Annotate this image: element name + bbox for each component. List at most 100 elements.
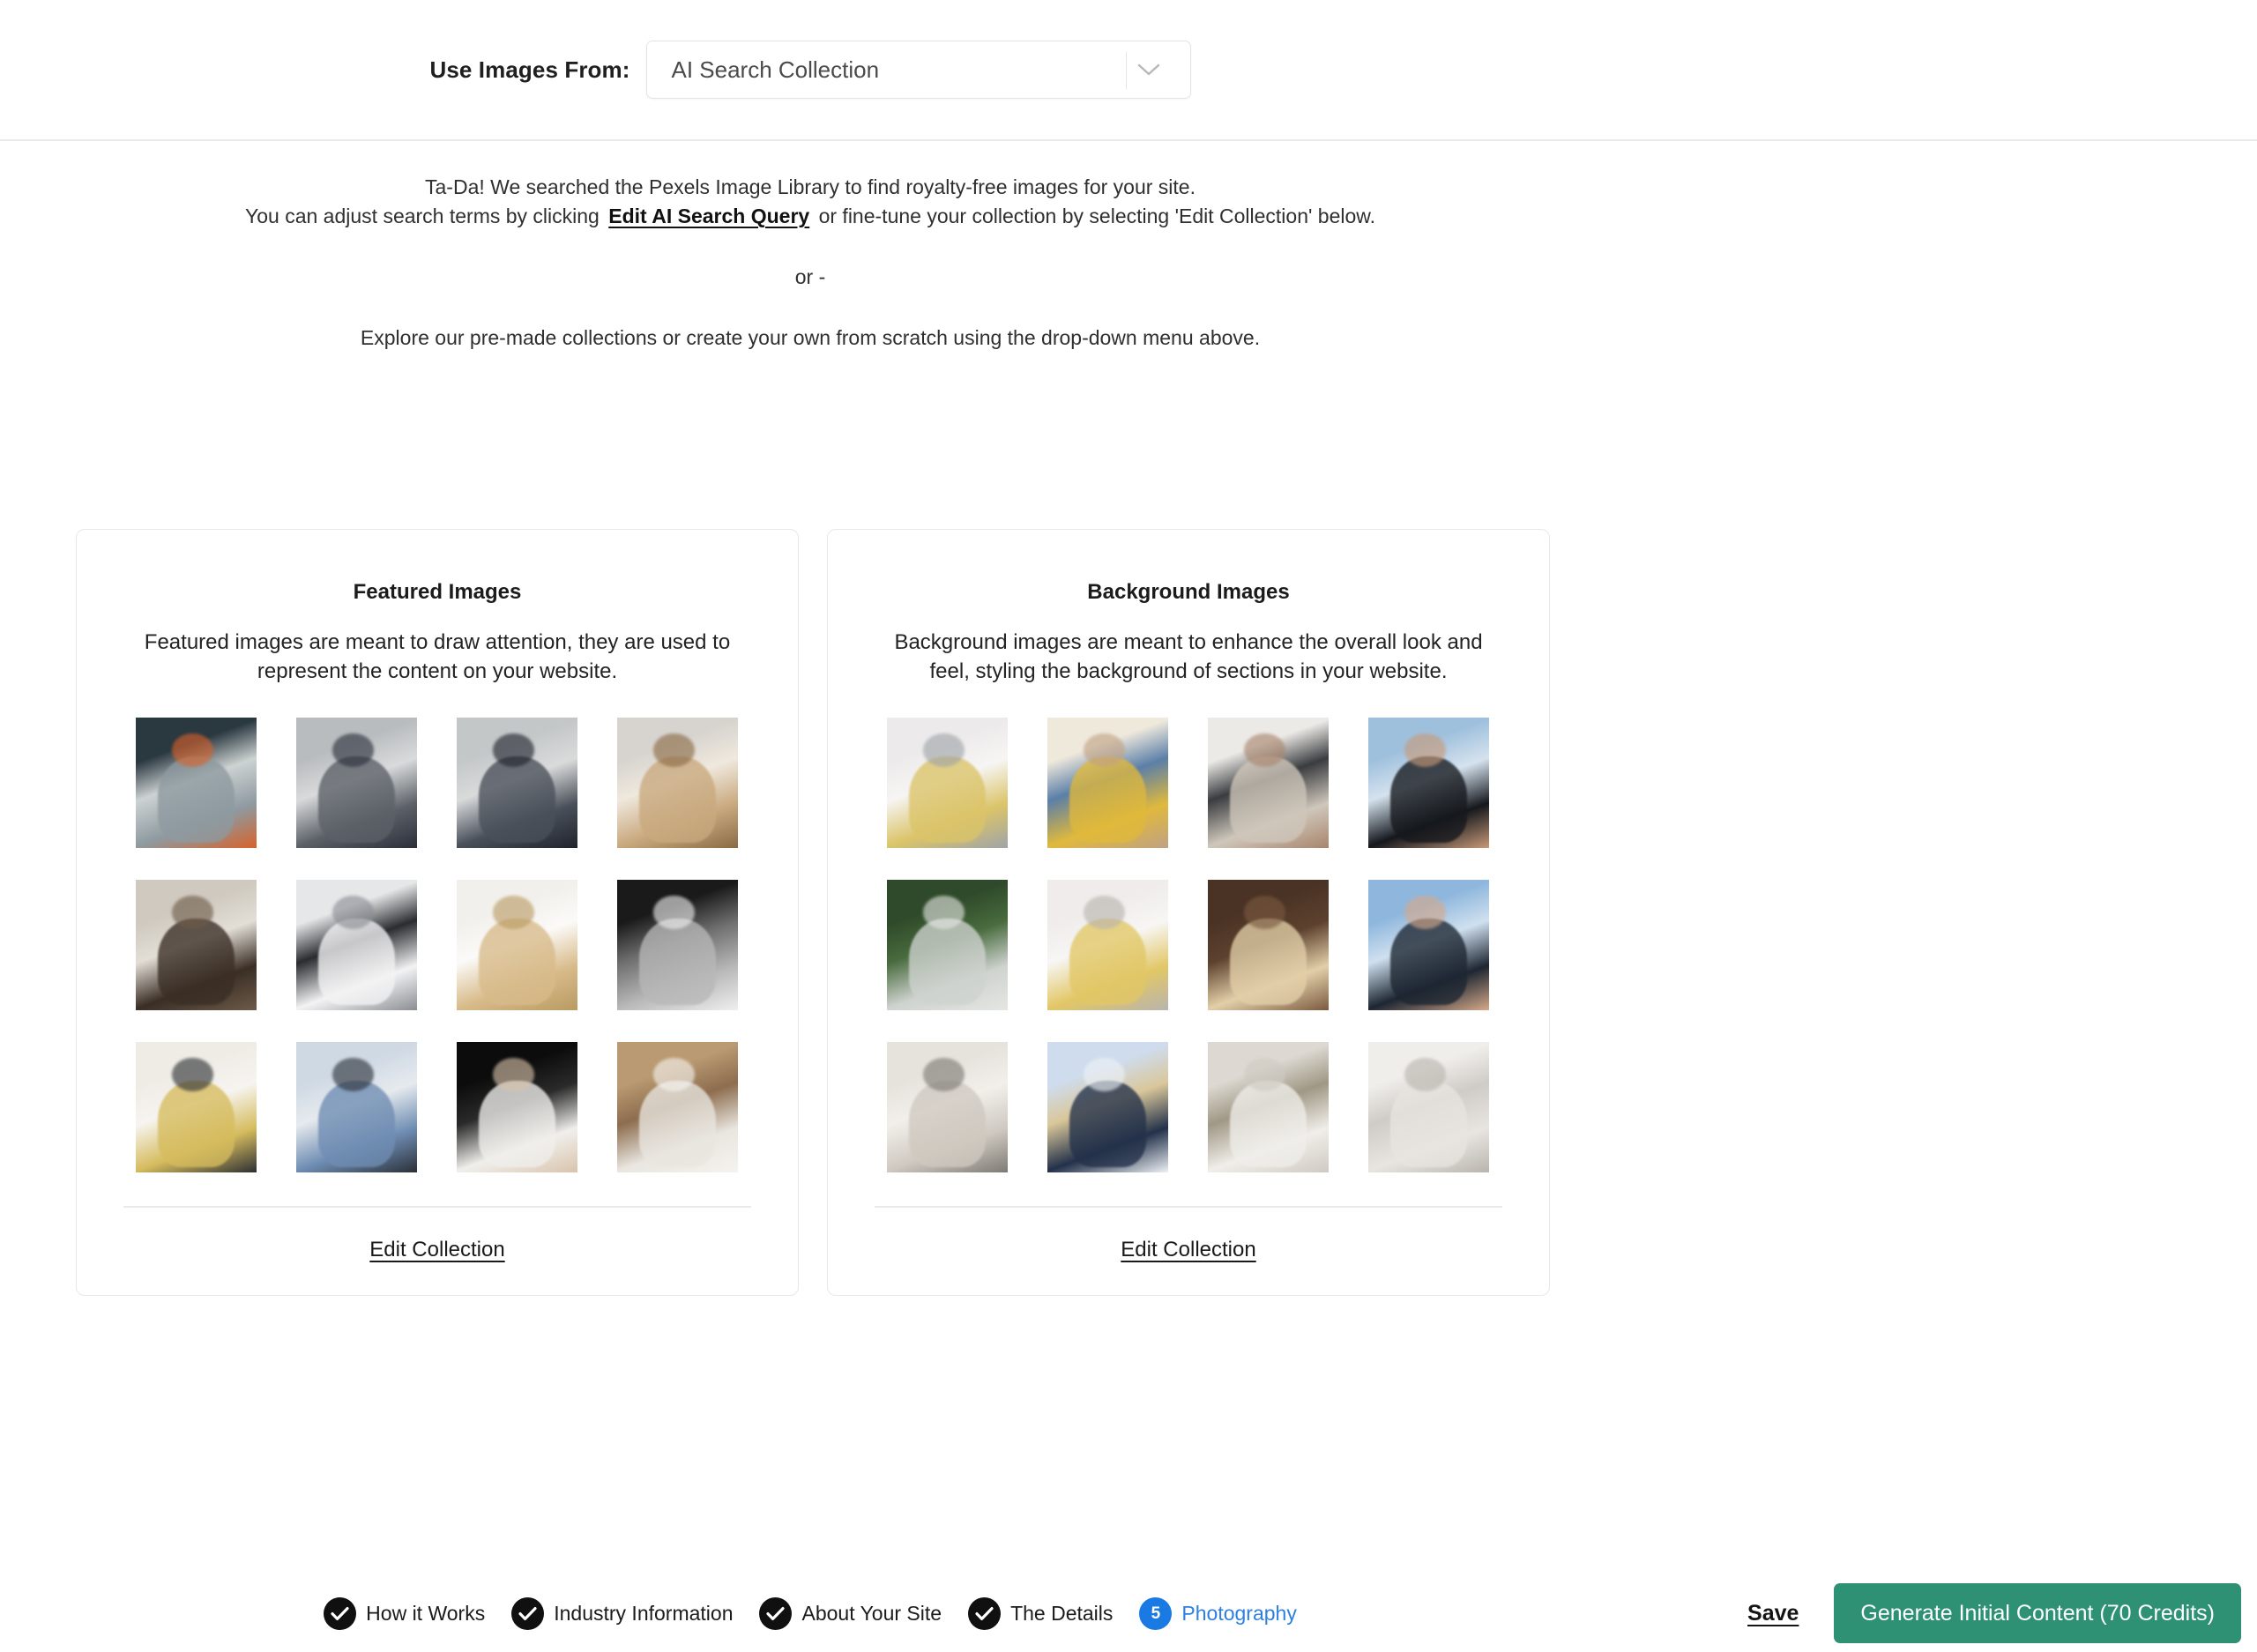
step-label: About Your Site (801, 1601, 942, 1625)
footer-bar: How it Works Industry Information About Yo… (0, 1574, 2257, 1652)
step-1[interactable]: How it Works (324, 1596, 486, 1630)
thumbnail-image (457, 718, 577, 848)
thumbnail-subject-shape (1069, 919, 1147, 1006)
background-thumbnail-grid (875, 718, 1502, 1172)
chevron-down-icon[interactable] (1127, 41, 1171, 98)
thumbnail-subject-shape (638, 1081, 717, 1168)
thumbnail-subject-shape (908, 1081, 987, 1168)
intro-or-separator: or - (794, 265, 826, 288)
thumbnail-subject-shape (157, 756, 235, 844)
thumbnail-image (1368, 1042, 1489, 1172)
thumbnail-scrabble-interest-wood[interactable] (1196, 880, 1341, 1010)
thumbnail-woman-briefcase-steps[interactable] (444, 718, 590, 848)
step-3[interactable]: About Your Site (759, 1596, 942, 1630)
check-icon (766, 1606, 786, 1620)
thumbnail-subject-shape (908, 919, 987, 1006)
thumbnail-room-renovation-ladder[interactable] (875, 1042, 1020, 1172)
thumbnail-scrabble-tiles-consulting[interactable] (444, 880, 590, 1010)
step-4[interactable]: The Details (968, 1596, 1113, 1630)
thumbnail-highlight-shape (172, 733, 213, 768)
thumbnail-subject-shape (317, 1081, 396, 1168)
thumbnail-image (887, 718, 1008, 848)
step-label: How it Works (366, 1601, 486, 1625)
check-icon (331, 1606, 349, 1620)
thumbnail-subject-shape (1389, 919, 1468, 1006)
thumbnail-highlight-shape (653, 1057, 695, 1092)
intro-line-4: Explore our pre-made collections or crea… (360, 326, 1261, 349)
thumbnail-highlight-shape (172, 1057, 213, 1092)
thumbnail-highlight-shape (923, 733, 965, 768)
thumbnail-woman-headphones-laptop[interactable] (123, 1042, 269, 1172)
thumbnail-subject-shape (317, 919, 396, 1006)
thumbnail-image (887, 1042, 1008, 1172)
thumbnail-construction-worker-street[interactable] (123, 718, 269, 848)
thumbnail-highlight-shape (653, 895, 695, 930)
thumbnail-man-white-shirt-headset[interactable] (284, 880, 429, 1010)
check-icon (975, 1606, 994, 1620)
thumbnail-image (1208, 718, 1329, 848)
step-number: 5 (1151, 1604, 1161, 1623)
thumbnail-team-hands-together[interactable] (605, 1042, 750, 1172)
thumbnail-meeting-room-table[interactable] (1196, 718, 1341, 848)
thumbnail-handshake-yellow-hardhat[interactable] (1035, 718, 1181, 848)
step-number-badge: 5 (1139, 1596, 1173, 1630)
thumbnail-image (136, 1042, 257, 1172)
thumbnail-subject-shape (1389, 756, 1468, 844)
generate-initial-content-button[interactable]: Generate Initial Content (70 Credits) (1834, 1583, 2241, 1643)
thumbnail-highlight-shape (1084, 895, 1125, 930)
thumbnail-highlight-shape (332, 1057, 374, 1092)
collection-select-value: AI Search Collection (671, 56, 880, 83)
featured-edit-collection-link[interactable]: Edit Collection (77, 1238, 798, 1262)
top-bar: Use Images From: AI Search Collection (0, 0, 2257, 141)
step-complete-badge (324, 1596, 357, 1630)
thumbnail-handshake-over-desk[interactable] (284, 1042, 429, 1172)
thumbnail-subject-shape (478, 1081, 556, 1168)
thumbnail-hand-plastering-wall[interactable] (1356, 1042, 1501, 1172)
featured-images-description: Featured images are meant to draw attent… (144, 630, 731, 683)
thumbnail-subject-shape (317, 756, 396, 844)
thumbnail-highlight-shape (493, 733, 534, 768)
thumbnail-highlight-shape (653, 733, 695, 768)
thumbnail-subject-shape (908, 756, 987, 844)
thumbnail-image (296, 880, 417, 1010)
thumbnail-senior-man-dark-jacket[interactable] (123, 880, 269, 1010)
collection-select[interactable]: AI Search Collection (645, 41, 1191, 99)
thumbnail-highlight-shape (332, 895, 374, 930)
thumbnail-black-white-crowd[interactable] (605, 880, 750, 1010)
save-button[interactable]: Save (1747, 1601, 1799, 1626)
background-edit-collection-link[interactable]: Edit Collection (828, 1238, 1549, 1262)
intro-line-2: You can adjust search terms by clicking … (0, 202, 1620, 231)
thumbnail-highlight-shape (172, 895, 213, 930)
thumbnail-woman-laptop-on-bed[interactable] (875, 718, 1020, 848)
featured-images-title: Featured Images (353, 580, 522, 604)
thumbnail-image (1368, 718, 1489, 848)
step-indicator-list: How it Works Industry Information About Yo… (0, 1574, 1620, 1652)
thumbnail-woman-grey-coat-doorway[interactable] (284, 718, 429, 848)
thumbnail-image (617, 1042, 738, 1172)
thumbnail-image (1208, 1042, 1329, 1172)
thumbnail-outstretched-hand-suit[interactable] (444, 1042, 590, 1172)
step-2[interactable]: Industry Information (511, 1596, 733, 1630)
thumbnail-image (1047, 880, 1168, 1010)
thumbnail-green-wall-cables[interactable] (875, 880, 1020, 1010)
thumbnail-subject-shape (1389, 1081, 1468, 1168)
thumbnail-image (617, 880, 738, 1010)
thumbnail-subject-shape (1069, 756, 1147, 844)
step-complete-badge (968, 1596, 1002, 1630)
thumbnail-subject-shape (478, 756, 556, 844)
edit-ai-search-query-link[interactable]: Edit AI Search Query (605, 205, 813, 227)
thumbnail-handshake-patterned-sleeve[interactable] (1035, 1042, 1181, 1172)
step-5[interactable]: 5 Photography (1139, 1596, 1297, 1630)
background-images-card: Background Images Background images are … (827, 529, 1550, 1296)
thumbnail-woman-bed-laptop-pillows[interactable] (1035, 880, 1181, 1010)
thumbnail-highlight-shape (1404, 895, 1446, 930)
thumbnail-handshake-blue-sleeves[interactable] (1356, 880, 1501, 1010)
check-icon (518, 1606, 537, 1620)
use-images-from-label: Use Images From: (429, 56, 630, 83)
background-images-description: Background images are meant to enhance t… (894, 630, 1483, 683)
thumbnail-woman-glasses-window[interactable] (1196, 1042, 1341, 1172)
thumbnail-handshake-blue-shirt-tablet[interactable] (1356, 718, 1501, 848)
top-bar-inner: Use Images From: AI Search Collection (0, 0, 1620, 139)
thumbnail-image (136, 718, 257, 848)
thumbnail-person-headset-beige-shirt[interactable] (605, 718, 750, 848)
